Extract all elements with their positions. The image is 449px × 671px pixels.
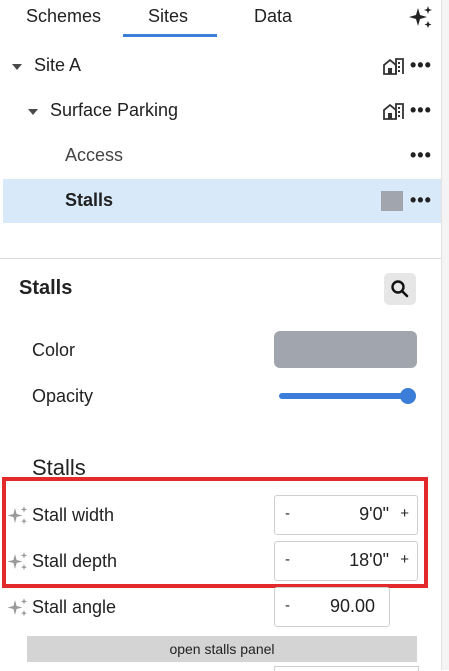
stall-angle-value[interactable]: 90.00 [330,596,375,617]
color-label: Color [32,340,76,360]
stall-angle-stepper[interactable]: - 90.00 [274,587,390,627]
more-options-icon[interactable]: ••• [410,191,432,209]
highlight-box [2,477,428,588]
active-tab-indicator [123,34,217,37]
caret-down-icon[interactable] [12,64,22,70]
sparkle-icon[interactable] [6,596,30,620]
tree-label-surface-parking: Surface Parking [50,100,179,120]
tree-label-site-a: Site A [34,55,82,75]
opacity-slider-thumb[interactable] [400,388,416,404]
tab-data[interactable]: Data [254,6,292,27]
more-options-icon[interactable]: ••• [410,146,432,164]
more-options-icon[interactable]: ••• [410,101,432,119]
caret-down-icon[interactable] [28,109,38,115]
tree-row-stalls[interactable]: Stalls ••• [3,179,441,223]
opacity-label: Opacity [32,386,94,406]
sites-panel: Schemes Sites Data Site A ••• Surface Pa… [0,0,441,671]
stall-angle-label: Stall angle [32,597,117,617]
more-options-icon[interactable]: ••• [410,56,432,74]
opacity-slider-track[interactable] [279,393,409,399]
search-button[interactable] [384,273,416,305]
color-swatch-small[interactable] [381,191,403,211]
tree-row-site-a[interactable]: Site A ••• [0,44,441,88]
tab-bar: Schemes Sites Data [0,0,441,40]
properties-title: Stalls [19,277,73,299]
tree-label-access: Access [65,145,124,165]
color-picker[interactable] [274,331,417,368]
divider [0,258,441,259]
tab-sites[interactable]: Sites [148,6,188,27]
search-icon [391,280,409,298]
open-stalls-panel-button[interactable]: open stalls panel [27,636,417,662]
sparkle-icon[interactable] [407,4,435,32]
building-icon[interactable] [382,100,404,122]
decrement-button[interactable]: - [285,597,290,614]
tab-schemes[interactable]: Schemes [26,6,101,27]
next-field-edge [274,666,419,671]
building-icon[interactable] [382,55,404,77]
tree-label-stalls: Stalls [65,190,114,210]
tree-row-access[interactable]: Access ••• [0,134,441,178]
tree-row-surface-parking[interactable]: Surface Parking ••• [0,89,441,133]
canvas-edge [441,0,449,670]
